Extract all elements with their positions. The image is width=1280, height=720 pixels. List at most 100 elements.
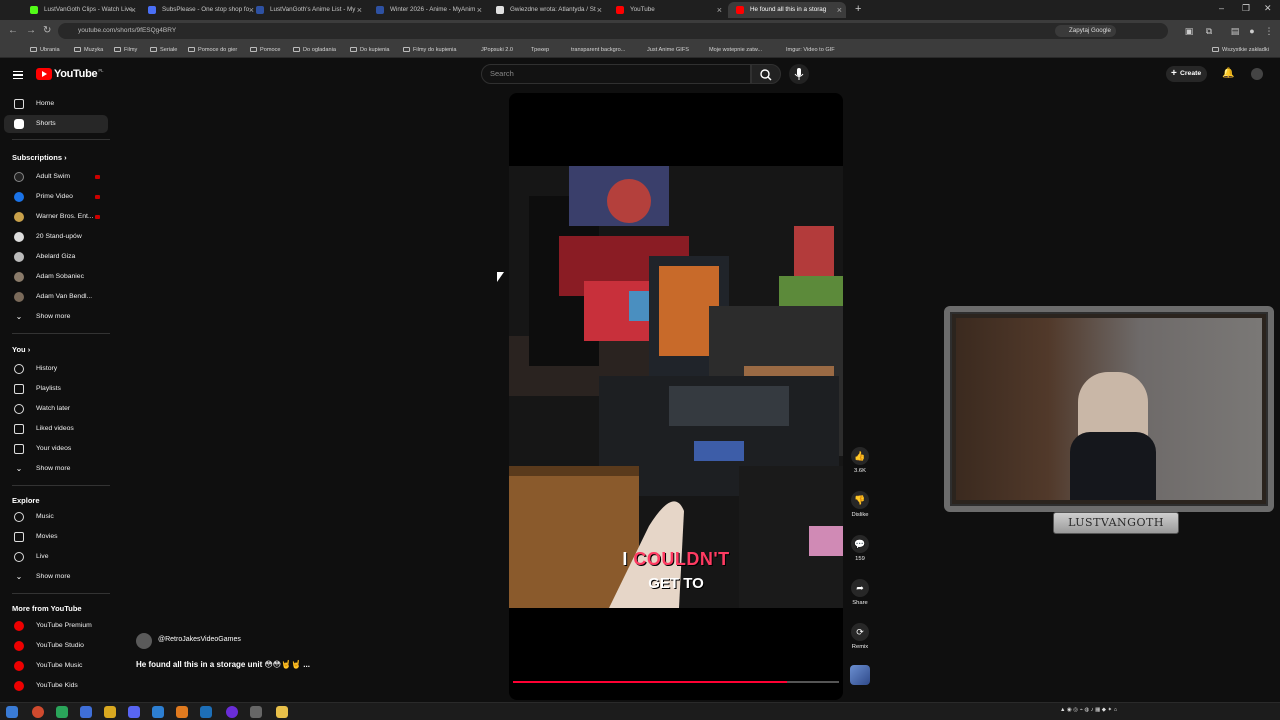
reload-icon[interactable]: ↻ xyxy=(43,25,51,36)
search-input[interactable]: Search xyxy=(481,64,751,84)
bookmark[interactable]: Do ogladania xyxy=(293,44,336,56)
bookmark[interactable]: transparent backgro... xyxy=(561,44,625,56)
obs-icon[interactable] xyxy=(226,706,238,718)
sidebar-item-adam-sobaniec[interactable]: Adam Sobaniec xyxy=(4,268,108,286)
bookmark[interactable]: Imgur: Video to GIF xyxy=(776,44,835,56)
channel-name[interactable]: @RetroJakesVideoGames xyxy=(158,636,241,643)
tab-kick[interactable]: LustVanGoth Clips - Watch Live × xyxy=(22,2,140,18)
channel-avatar[interactable] xyxy=(136,633,152,649)
puzzle-icon[interactable]: ⧉ xyxy=(1204,26,1214,36)
system-tray-icons[interactable]: ▲ ◉ ◎ ⌁ ◍ ♪ ▦ ◆ ✦ ⌂ xyxy=(1060,707,1117,713)
explore-show-more[interactable]: ⌄ Show more xyxy=(4,568,108,586)
tab-mal-winter[interactable]: Winter 2026 - Anime - MyAnim × xyxy=(368,2,486,18)
remix-button[interactable]: ⟳ Remix xyxy=(848,623,872,650)
sidebar-item-live[interactable]: Live xyxy=(4,548,108,566)
close-window-icon[interactable]: ✕ xyxy=(1264,3,1272,14)
app-icon[interactable] xyxy=(104,706,116,718)
shorts-player[interactable]: I COULDN'T GET TO xyxy=(509,93,843,700)
sidebar-item-watch-later[interactable]: Watch later xyxy=(4,400,108,418)
you-show-more[interactable]: ⌄ Show more xyxy=(4,460,108,478)
voice-search-button[interactable] xyxy=(789,64,809,84)
app-icon[interactable] xyxy=(250,706,262,718)
sidebar-item-youtube-kids[interactable]: YouTube Kids xyxy=(4,677,108,695)
all-bookmarks[interactable]: Wszystkie zakładki xyxy=(1212,44,1269,56)
subscriptions-show-more[interactable]: ⌄ Show more xyxy=(4,308,108,326)
sidebar-item-playlists[interactable]: Playlists xyxy=(4,380,108,398)
sidebar-item-shorts[interactable]: Shorts xyxy=(4,115,108,133)
bookmark[interactable]: Pomoce xyxy=(250,44,281,56)
vlc-icon[interactable] xyxy=(176,706,188,718)
forward-icon[interactable]: → xyxy=(26,25,36,36)
close-icon[interactable]: × xyxy=(717,2,722,18)
sidebar-item-adam-van-bendler[interactable]: Adam Van Bendl... xyxy=(4,288,108,306)
menu-icon[interactable] xyxy=(13,71,23,79)
tab-subsplease[interactable]: SubsPlease - One stop shop fo × xyxy=(140,2,258,18)
you-heading[interactable]: You › xyxy=(12,345,30,354)
create-button[interactable]: Create xyxy=(1166,66,1208,82)
close-icon[interactable]: × xyxy=(837,2,842,18)
sidebar-item-history[interactable]: History xyxy=(4,360,108,378)
minimize-icon[interactable]: – xyxy=(1219,3,1224,13)
comments-button[interactable]: 💬 159 xyxy=(848,535,872,562)
sidebar-item-abelard-giza[interactable]: Abelard Giza xyxy=(4,248,108,266)
app-icon[interactable] xyxy=(80,706,92,718)
sidebar-item-20-stand-upow[interactable]: 20 Stand-upów xyxy=(4,228,108,246)
app-icon[interactable] xyxy=(152,706,164,718)
share-button[interactable]: ➦ Share xyxy=(848,579,872,606)
youtube-logo-icon[interactable] xyxy=(36,68,52,80)
bookmark[interactable]: Filmy xyxy=(114,44,137,56)
sidebar-item-warner-bros[interactable]: Warner Bros. Ent... xyxy=(4,208,108,226)
bookmark[interactable]: JPopsuki 2.0 xyxy=(471,44,513,56)
subscriptions-heading[interactable]: Subscriptions › xyxy=(12,153,67,162)
app-icon[interactable] xyxy=(56,706,68,718)
sidebar-item-youtube-premium[interactable]: YouTube Premium xyxy=(4,617,108,635)
bookmark[interactable]: Do kupienia xyxy=(350,44,390,56)
close-icon[interactable]: × xyxy=(131,2,136,18)
sidebar-item-youtube-studio[interactable]: YouTube Studio xyxy=(4,637,108,655)
extension-icon[interactable]: ▣ xyxy=(1184,26,1194,36)
tab-youtube[interactable]: YouTube × xyxy=(608,2,726,18)
bookmark[interactable]: Muzyka xyxy=(74,44,103,56)
profile-icon[interactable]: ● xyxy=(1247,26,1257,36)
sidebar-item-your-videos[interactable]: Your videos xyxy=(4,440,108,458)
bookmark[interactable]: Moje wstepnie zatw... xyxy=(699,44,762,56)
bookmark[interactable]: Pomoce do gier xyxy=(188,44,237,56)
account-avatar[interactable] xyxy=(1251,68,1263,80)
video-progress-bar[interactable] xyxy=(513,681,839,683)
address-bar[interactable]: youtube.com/shorts/9fESQg4BRY Zapytaj Go… xyxy=(58,23,1168,39)
search-button[interactable] xyxy=(751,64,781,84)
menu-dots-icon[interactable]: ⋮ xyxy=(1264,26,1274,36)
dislike-button[interactable]: 👎 Dislike xyxy=(848,491,872,518)
video-title[interactable]: He found all this in a storage unit 😳😳🤘🤘… xyxy=(136,660,310,669)
close-icon[interactable]: × xyxy=(357,2,362,18)
bookmark[interactable]: Seriale xyxy=(150,44,177,56)
sidebar-item-liked-videos[interactable]: Liked videos xyxy=(4,420,108,438)
folder-icon[interactable] xyxy=(276,706,288,718)
bookmark[interactable]: Just Anime GIFS xyxy=(637,44,689,56)
sidepanel-icon[interactable]: ▤ xyxy=(1230,26,1240,36)
google-lens-chip[interactable]: Zapytaj Google xyxy=(1055,25,1116,37)
sidebar-item-adult-swim[interactable]: Adult Swim xyxy=(4,168,108,186)
bookmark[interactable]: Filmy do kupienia xyxy=(403,44,457,56)
tab-active-short[interactable]: He found all this in a storag × xyxy=(728,2,846,18)
tab-mal-list[interactable]: LustVanGoth's Anime List - My × xyxy=(248,2,366,18)
youtube-wordmark[interactable]: YouTubePL xyxy=(54,68,104,80)
chrome-icon[interactable] xyxy=(32,706,44,718)
maximize-icon[interactable]: ❐ xyxy=(1242,3,1250,14)
notifications-bell-icon[interactable]: 🔔 xyxy=(1222,68,1234,79)
sidebar-item-youtube-music[interactable]: YouTube Music xyxy=(4,657,108,675)
back-icon[interactable]: ← xyxy=(8,25,18,36)
bookmark[interactable]: Трекер xyxy=(521,44,549,56)
sidebar-item-music[interactable]: Music xyxy=(4,508,108,526)
sidebar-item-prime-video[interactable]: Prime Video xyxy=(4,188,108,206)
sidebar-item-home[interactable]: Home xyxy=(4,95,108,113)
tab-stargate[interactable]: Gwiezdne wrota: Atlantyda / St × xyxy=(488,2,606,18)
like-button[interactable]: 👍 3.6K xyxy=(848,447,872,474)
close-icon[interactable]: × xyxy=(477,2,482,18)
steam-icon[interactable] xyxy=(200,706,212,718)
sound-thumbnail[interactable] xyxy=(850,665,870,685)
close-icon[interactable]: × xyxy=(597,2,602,18)
bookmark[interactable]: Ubrania xyxy=(30,44,60,56)
windows-start-icon[interactable] xyxy=(6,706,18,718)
new-tab-button[interactable]: + xyxy=(855,3,861,15)
